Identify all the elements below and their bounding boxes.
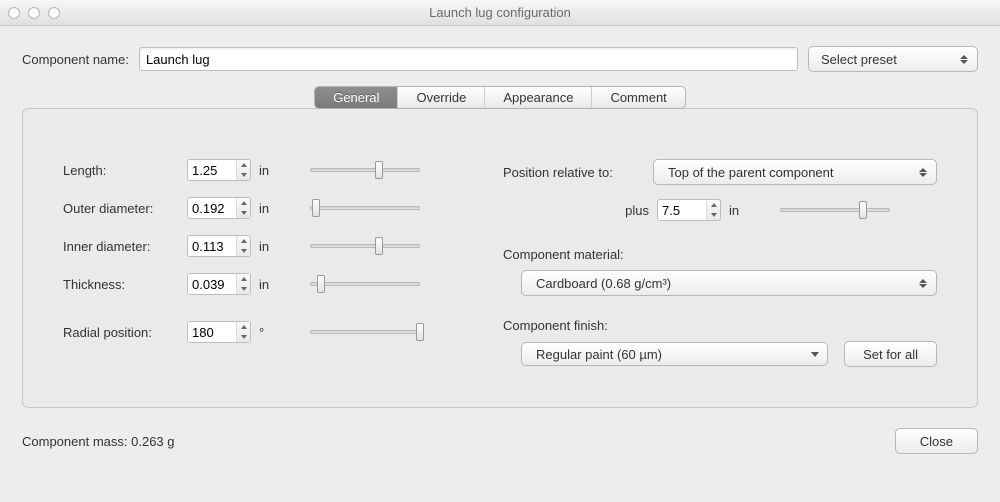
preset-select-label: Select preset	[821, 52, 897, 67]
inner-diameter-label: Inner diameter:	[63, 239, 179, 254]
thickness-slider[interactable]	[310, 274, 420, 294]
radial-position-input[interactable]	[188, 322, 236, 342]
stepper-arrows-icon[interactable]	[236, 160, 250, 180]
length-label: Length:	[63, 163, 179, 178]
component-name-label: Component name:	[22, 52, 129, 67]
plus-slider[interactable]	[780, 200, 890, 220]
tab-override[interactable]: Override	[398, 87, 485, 108]
position-relative-select[interactable]: Top of the parent component	[653, 159, 937, 185]
stepper-arrows-icon[interactable]	[706, 200, 720, 220]
radial-position-stepper[interactable]	[187, 321, 251, 343]
tab-comment[interactable]: Comment	[592, 87, 684, 108]
finish-value: Regular paint (60 µm)	[536, 347, 662, 362]
finish-label: Component finish:	[503, 318, 937, 333]
chevron-down-icon	[811, 352, 819, 357]
general-panel: Length: in Outer diameter:	[22, 108, 978, 408]
position-relative-label: Position relative to:	[503, 165, 643, 180]
thickness-stepper[interactable]	[187, 273, 251, 295]
titlebar: Launch lug configuration	[0, 0, 1000, 26]
outer-diameter-stepper[interactable]	[187, 197, 251, 219]
radial-position-label: Radial position:	[63, 325, 179, 340]
updown-icon	[918, 279, 928, 288]
tab-general[interactable]: General	[315, 87, 398, 108]
length-row: Length: in	[63, 159, 463, 181]
thickness-row: Thickness: in	[63, 273, 463, 295]
plus-label: plus	[615, 203, 649, 218]
material-value: Cardboard (0.68 g/cm³)	[536, 276, 671, 291]
zoom-window-icon[interactable]	[48, 7, 60, 19]
close-window-icon[interactable]	[8, 7, 20, 19]
thickness-input[interactable]	[188, 274, 236, 294]
position-relative-value: Top of the parent component	[668, 165, 834, 180]
stepper-arrows-icon[interactable]	[236, 322, 250, 342]
length-slider[interactable]	[310, 160, 420, 180]
component-name-input[interactable]	[139, 47, 798, 71]
stepper-arrows-icon[interactable]	[236, 274, 250, 294]
window-controls	[8, 7, 60, 19]
component-mass-label: Component mass:	[22, 434, 128, 449]
radial-position-unit: °	[259, 325, 277, 340]
material-select[interactable]: Cardboard (0.68 g/cm³)	[521, 270, 937, 296]
component-mass: Component mass: 0.263 g	[22, 434, 175, 449]
set-for-all-button[interactable]: Set for all	[844, 341, 937, 367]
radial-position-row: Radial position: °	[63, 321, 463, 343]
material-label: Component material:	[503, 247, 937, 262]
length-input[interactable]	[188, 160, 236, 180]
thickness-unit: in	[259, 277, 277, 292]
inner-diameter-unit: in	[259, 239, 277, 254]
window-title: Launch lug configuration	[0, 5, 1000, 20]
updown-icon	[959, 55, 969, 64]
stepper-arrows-icon[interactable]	[236, 236, 250, 256]
outer-diameter-label: Outer diameter:	[63, 201, 179, 216]
plus-stepper[interactable]	[657, 199, 721, 221]
close-button[interactable]: Close	[895, 428, 978, 454]
inner-diameter-slider[interactable]	[310, 236, 420, 256]
thickness-label: Thickness:	[63, 277, 179, 292]
outer-diameter-slider[interactable]	[310, 198, 420, 218]
preset-select[interactable]: Select preset	[808, 46, 978, 72]
stepper-arrows-icon[interactable]	[236, 198, 250, 218]
plus-input[interactable]	[658, 200, 706, 220]
tab-appearance[interactable]: Appearance	[485, 87, 592, 108]
length-stepper[interactable]	[187, 159, 251, 181]
length-unit: in	[259, 163, 277, 178]
updown-icon	[918, 168, 928, 177]
inner-diameter-input[interactable]	[188, 236, 236, 256]
radial-position-slider[interactable]	[310, 322, 420, 342]
inner-diameter-row: Inner diameter: in	[63, 235, 463, 257]
inner-diameter-stepper[interactable]	[187, 235, 251, 257]
plus-unit: in	[729, 203, 747, 218]
outer-diameter-input[interactable]	[188, 198, 236, 218]
minimize-window-icon[interactable]	[28, 7, 40, 19]
finish-select[interactable]: Regular paint (60 µm)	[521, 342, 828, 366]
component-mass-value: 0.263 g	[131, 434, 174, 449]
outer-diameter-unit: in	[259, 201, 277, 216]
tab-bar: General Override Appearance Comment	[22, 86, 978, 109]
outer-diameter-row: Outer diameter: in	[63, 197, 463, 219]
